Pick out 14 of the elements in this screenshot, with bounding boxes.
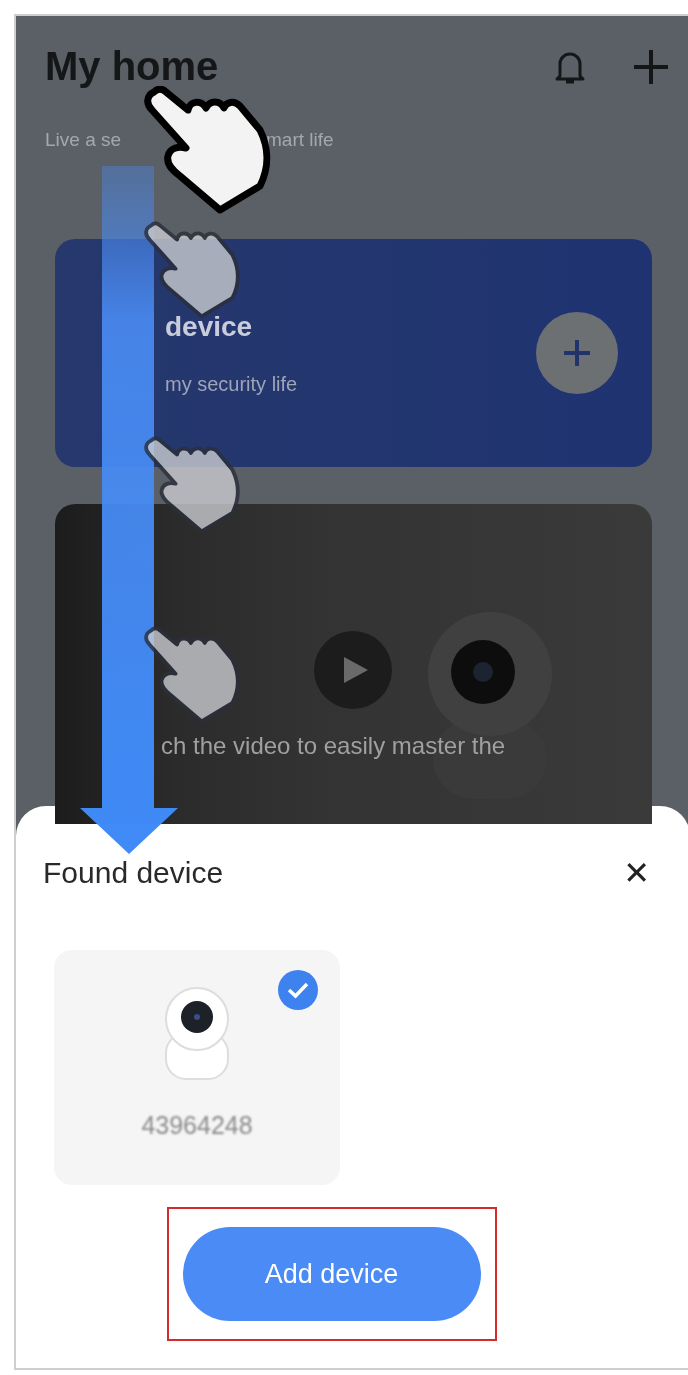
subtitle-text: mart life xyxy=(266,129,334,151)
sheet-title: Found device xyxy=(43,856,224,890)
close-button[interactable]: ✕ xyxy=(613,854,660,892)
video-caption: ch the video to easily master the xyxy=(161,732,507,760)
play-icon[interactable] xyxy=(314,631,392,709)
card-title: device xyxy=(165,310,254,343)
add-device-button[interactable]: Add device xyxy=(182,1227,481,1321)
add-icon[interactable] xyxy=(632,47,670,86)
camera-icon xyxy=(163,985,231,1081)
add-icon xyxy=(562,338,592,368)
card-subtitle: my security life xyxy=(165,372,298,396)
device-id: 43964248 xyxy=(141,1111,253,1140)
page-title: My home xyxy=(45,44,219,89)
subtitle-text: Live a se xyxy=(45,129,122,151)
